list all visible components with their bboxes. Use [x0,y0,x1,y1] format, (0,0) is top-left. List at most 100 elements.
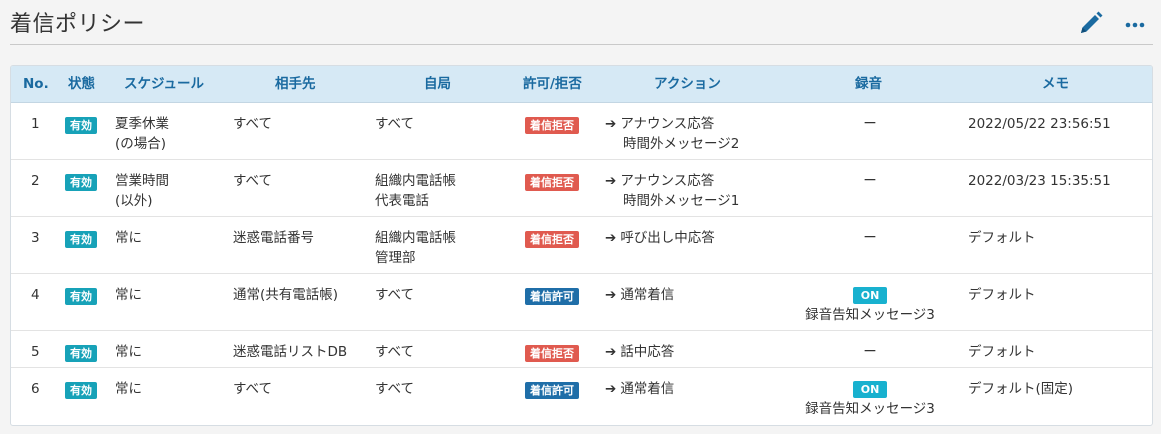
permit-cell: 着信許可 [525,380,579,400]
schedule-cell: 夏季休業 (の場合) [115,114,169,154]
recording-on-badge: ON [852,381,888,398]
action-name: 話中応答 [620,344,675,360]
status-cell: 有効 [65,172,97,192]
status-badge: 有効 [65,382,97,399]
status-badge: 有効 [65,117,97,134]
own-cell: すべて [375,114,414,134]
own-primary: 組織内電話帳 [375,173,456,189]
schedule-cell: 常に [115,228,142,248]
status-cell: 有効 [65,343,97,363]
row-number: 5 [31,344,40,360]
action-name: 通常着信 [620,381,675,397]
recording-cell: ー [863,344,877,360]
col-header-memo[interactable]: メモ [1042,66,1069,103]
recording-cell: ー [863,173,877,189]
row-number: 1 [31,116,40,132]
permit-badge: 着信許可 [525,382,579,399]
own-primary: すべて [375,381,415,397]
ellipsis-icon [1125,22,1145,28]
action-cell: ➔ 通常着信 [605,285,674,305]
status-cell: 有効 [65,229,97,249]
permit-cell: 着信拒否 [525,115,579,135]
table-row[interactable]: 3 有効 常に 迷惑電話番号 組織内電話帳 管理部 着信拒否 ➔ 呼び出し中応答 ー デフォルト [11,217,1152,274]
edit-button[interactable] [1078,10,1104,36]
memo-cell: デフォルト [968,344,1036,360]
own-primary: 組織内電話帳 [375,230,456,246]
own-primary: すべて [375,344,415,360]
col-header-action[interactable]: アクション [654,66,721,103]
table-row[interactable]: 5 有効 常に 迷惑電話リストDB すべて 着信拒否 ➔ 話中応答 ー デフォルト [11,331,1152,368]
arrow-right-icon: ➔ [605,173,617,189]
partner-cell: 迷惑電話リストDB [233,344,348,360]
row-number: 3 [31,230,40,246]
status-cell: 有効 [65,115,97,135]
schedule-name: 常に [115,381,142,397]
recording-message: 録音告知メッセージ3 [805,307,935,323]
row-number: 6 [31,381,40,397]
action-detail: 時間外メッセージ2 [623,136,740,152]
more-options-button[interactable] [1122,12,1148,38]
status-badge: 有効 [65,231,97,248]
col-header-partner[interactable]: 相手先 [275,66,316,103]
schedule-condition: (の場合) [115,136,167,152]
arrow-right-icon: ➔ [605,230,617,246]
own-primary: すべて [375,116,415,132]
own-cell: すべて [375,285,414,305]
row-number: 4 [31,287,40,303]
row-number: 2 [31,173,40,189]
col-header-permit[interactable]: 許可/拒否 [523,66,582,103]
own-cell: 組織内電話帳 管理部 [375,228,456,268]
arrow-right-icon: ➔ [605,116,617,132]
table-row[interactable]: 2 有効 営業時間 (以外) すべて 組織内電話帳 代表電話 着信拒否 ➔ アナウンス応答時間外メ… [11,160,1152,217]
permit-badge: 着信拒否 [525,174,579,191]
schedule-cell: 常に [115,342,142,362]
own-cell: 組織内電話帳 代表電話 [375,171,456,211]
partner-cell: すべて [233,116,273,132]
col-header-recording[interactable]: 録音 [855,66,882,103]
permit-cell: 着信拒否 [525,343,579,363]
action-name: アナウンス応答 [620,173,715,189]
status-badge: 有効 [65,288,97,305]
memo-cell: デフォルト [968,287,1036,303]
status-badge: 有効 [65,345,97,362]
permit-cell: 着信許可 [525,286,579,306]
schedule-name: 常に [115,344,142,360]
table-row[interactable]: 4 有効 常に 通常(共有電話帳) すべて 着信許可 ➔ 通常着信 ON 録音告知メッセージ3 デフ… [11,274,1152,331]
action-name: 通常着信 [620,287,675,303]
schedule-name: 常に [115,287,142,303]
action-detail: 時間外メッセージ1 [623,193,740,209]
schedule-cell: 常に [115,379,142,399]
schedule-condition: (以外) [115,193,153,209]
action-cell: ➔ アナウンス応答時間外メッセージ2 [605,114,739,154]
col-header-no[interactable]: No. [23,66,49,103]
memo-cell: デフォルト [968,230,1036,246]
table-row[interactable]: 1 有効 夏季休業 (の場合) すべて すべて 着信拒否 ➔ アナウンス応答時間外メッセージ2 ー… [11,103,1152,160]
permit-badge: 着信拒否 [525,117,579,134]
policy-table: No. 状態 スケジュール 相手先 自局 許可/拒否 アクション 録音 メモ 1… [10,65,1153,426]
col-header-status[interactable]: 状態 [68,66,95,103]
action-cell: ➔ 呼び出し中応答 [605,228,715,248]
schedule-cell: 常に [115,285,142,305]
recording-cell: ON 録音告知メッセージ3 [803,379,937,419]
recording-cell: ー [863,116,877,132]
arrow-right-icon: ➔ [605,344,617,360]
own-cell: すべて [375,342,414,362]
col-header-own[interactable]: 自局 [424,66,451,103]
partner-cell: 迷惑電話番号 [233,230,314,246]
table-header: No. 状態 スケジュール 相手先 自局 許可/拒否 アクション 録音 メモ [11,66,1152,103]
schedule-name: 常に [115,230,142,246]
memo-cell: 2022/03/23 15:35:51 [968,173,1111,189]
partner-cell: すべて [233,173,273,189]
col-header-schedule[interactable]: スケジュール [124,66,204,103]
schedule-name: 営業時間 [115,173,169,189]
partner-cell: すべて [233,381,273,397]
action-cell: ➔ アナウンス応答時間外メッセージ1 [605,171,739,211]
action-cell: ➔ 通常着信 [605,379,674,399]
permit-badge: 着信拒否 [525,345,579,362]
permit-cell: 着信拒否 [525,172,579,192]
schedule-cell: 営業時間 (以外) [115,171,169,211]
permit-cell: 着信拒否 [525,229,579,249]
table-row[interactable]: 6 有効 常に すべて すべて 着信許可 ➔ 通常着信 ON 録音告知メッセージ3 デフォルト(固定… [11,368,1152,425]
action-name: 呼び出し中応答 [620,230,715,246]
action-name: アナウンス応答 [620,116,715,132]
